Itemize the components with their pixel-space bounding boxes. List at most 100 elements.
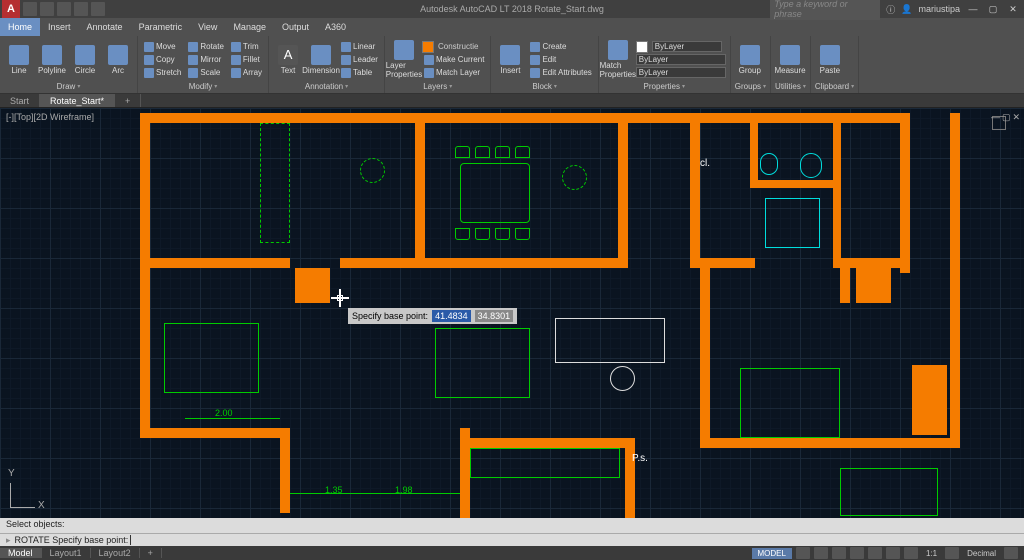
draw-label[interactable]: Draw bbox=[4, 81, 133, 91]
info-icon[interactable]: ⓘ bbox=[886, 3, 895, 16]
edit-button[interactable]: Edit bbox=[528, 54, 593, 66]
panel-block: Insert Create Edit Edit Attributes Block bbox=[491, 36, 598, 93]
signin-icon[interactable]: 👤 bbox=[901, 4, 912, 15]
status-model[interactable]: MODEL bbox=[752, 548, 792, 559]
qat-save[interactable] bbox=[57, 2, 71, 16]
drawing-viewport[interactable]: [-][Top][2D Wireframe] — ▢ ✕ bbox=[0, 108, 1024, 518]
status-grid-icon[interactable] bbox=[796, 547, 810, 559]
lineweight-select[interactable]: ByLayer bbox=[636, 54, 726, 65]
layout-tab-1[interactable]: Layout1 bbox=[42, 548, 91, 558]
utilities-label[interactable]: Utilities bbox=[775, 81, 806, 91]
group-button[interactable]: Group bbox=[735, 40, 765, 80]
status-gear-icon[interactable] bbox=[945, 547, 959, 559]
status-lwt-icon[interactable] bbox=[904, 547, 918, 559]
tab-home[interactable]: Home bbox=[0, 18, 40, 36]
match-properties-button[interactable]: Match Properties bbox=[603, 40, 633, 80]
circle-button[interactable]: Circle bbox=[70, 40, 100, 80]
doc-tab-file[interactable]: Rotate_Start* bbox=[40, 94, 115, 107]
layout-tab-add[interactable]: + bbox=[140, 548, 162, 558]
color-select[interactable]: ByLayer bbox=[652, 41, 722, 52]
dim-line bbox=[185, 418, 280, 419]
trim-button[interactable]: Trim bbox=[229, 41, 264, 53]
tooltip-value-y: 34.8301 bbox=[475, 310, 514, 322]
polyline-button[interactable]: Polyline bbox=[37, 40, 67, 80]
status-units[interactable]: Decimal bbox=[963, 549, 1000, 558]
wall bbox=[750, 113, 758, 188]
qat-redo[interactable] bbox=[91, 2, 105, 16]
close-button[interactable]: ✕ bbox=[1006, 4, 1020, 15]
layout-tab-2[interactable]: Layout2 bbox=[91, 548, 140, 558]
tab-output[interactable]: Output bbox=[274, 18, 317, 36]
leader-button[interactable]: Leader bbox=[339, 54, 380, 66]
command-line[interactable]: ▸ ROTATE Specify base point: bbox=[0, 534, 1024, 546]
annotation-label[interactable]: Annotation bbox=[273, 81, 380, 91]
tab-a360[interactable]: A360 bbox=[317, 18, 354, 36]
status-ortho-icon[interactable] bbox=[832, 547, 846, 559]
status-osnap-icon[interactable] bbox=[868, 547, 882, 559]
tab-parametric[interactable]: Parametric bbox=[131, 18, 191, 36]
app-logo[interactable]: A bbox=[2, 0, 20, 18]
status-bar: MODEL 1:1 Decimal bbox=[746, 546, 1024, 560]
scale-button[interactable]: Scale bbox=[186, 67, 226, 79]
vp-maximize[interactable]: ▢ bbox=[1002, 112, 1011, 123]
maximize-button[interactable]: ▢ bbox=[986, 4, 1000, 15]
create-button[interactable]: Create bbox=[528, 41, 593, 53]
vp-close[interactable]: ✕ bbox=[1012, 112, 1020, 123]
insert-button[interactable]: Insert bbox=[495, 40, 525, 80]
edit-attributes-button[interactable]: Edit Attributes bbox=[528, 67, 593, 79]
user-name[interactable]: mariustipa bbox=[918, 4, 960, 14]
copy-button[interactable]: Copy bbox=[142, 54, 183, 66]
qat-undo[interactable] bbox=[74, 2, 88, 16]
ucs-x-label: X bbox=[38, 500, 45, 511]
properties-label[interactable]: Properties bbox=[603, 81, 726, 91]
layout-tab-model[interactable]: Model bbox=[0, 548, 42, 558]
block-label[interactable]: Block bbox=[495, 81, 593, 91]
layers-label[interactable]: Layers bbox=[389, 81, 486, 91]
qat-open[interactable] bbox=[40, 2, 54, 16]
tab-view[interactable]: View bbox=[190, 18, 225, 36]
match-layer-button[interactable]: Match Layer bbox=[422, 67, 486, 79]
command-history: Select objects: bbox=[0, 518, 1024, 534]
modify-label[interactable]: Modify bbox=[142, 81, 264, 91]
qat-new[interactable] bbox=[23, 2, 37, 16]
doc-tab-start[interactable]: Start bbox=[0, 94, 40, 107]
linear-button[interactable]: Linear bbox=[339, 41, 380, 53]
tab-manage[interactable]: Manage bbox=[225, 18, 274, 36]
wall bbox=[750, 180, 840, 188]
move-button[interactable]: Move bbox=[142, 41, 183, 53]
array-button[interactable]: Array bbox=[229, 67, 264, 79]
linetype-select[interactable]: ByLayer bbox=[636, 67, 726, 78]
make-current-button[interactable]: Make Current bbox=[422, 54, 486, 66]
layer-select[interactable]: Constructie bbox=[422, 41, 486, 53]
tab-insert[interactable]: Insert bbox=[40, 18, 79, 36]
status-menu-icon[interactable] bbox=[1004, 547, 1018, 559]
status-snap-icon[interactable] bbox=[814, 547, 828, 559]
status-polar-icon[interactable] bbox=[850, 547, 864, 559]
measure-button[interactable]: Measure bbox=[775, 40, 805, 80]
tab-annotate[interactable]: Annotate bbox=[79, 18, 131, 36]
status-otrack-icon[interactable] bbox=[886, 547, 900, 559]
groups-label[interactable]: Groups bbox=[735, 81, 766, 91]
mirror-button[interactable]: Mirror bbox=[186, 54, 226, 66]
vp-minimize[interactable]: — bbox=[991, 112, 1000, 123]
stretch-button[interactable]: Stretch bbox=[142, 67, 183, 79]
table-button[interactable]: Table bbox=[339, 67, 380, 79]
layer-properties-button[interactable]: Layer Properties bbox=[389, 40, 419, 80]
dimension-button[interactable]: Dimension bbox=[306, 40, 336, 80]
rotate-button[interactable]: Rotate bbox=[186, 41, 226, 53]
panel-annotation: AText Dimension Linear Leader Table Anno… bbox=[269, 36, 385, 93]
text-button[interactable]: AText bbox=[273, 40, 303, 80]
minimize-button[interactable]: — bbox=[966, 4, 980, 14]
panel-layers: Layer Properties Constructie Make Curren… bbox=[385, 36, 491, 93]
paste-button[interactable]: Paste bbox=[815, 40, 845, 80]
arc-button[interactable]: Arc bbox=[103, 40, 133, 80]
line-button[interactable]: Line bbox=[4, 40, 34, 80]
doc-tab-add[interactable]: + bbox=[115, 94, 141, 107]
status-scale[interactable]: 1:1 bbox=[922, 549, 941, 558]
fillet-button[interactable]: Fillet bbox=[229, 54, 264, 66]
bed bbox=[435, 328, 530, 398]
viewport-controls[interactable]: [-][Top][2D Wireframe] bbox=[6, 112, 94, 122]
clipboard-label[interactable]: Clipboard bbox=[815, 81, 854, 91]
search-input[interactable]: Type a keyword or phrase bbox=[770, 0, 880, 20]
bed bbox=[740, 368, 840, 438]
